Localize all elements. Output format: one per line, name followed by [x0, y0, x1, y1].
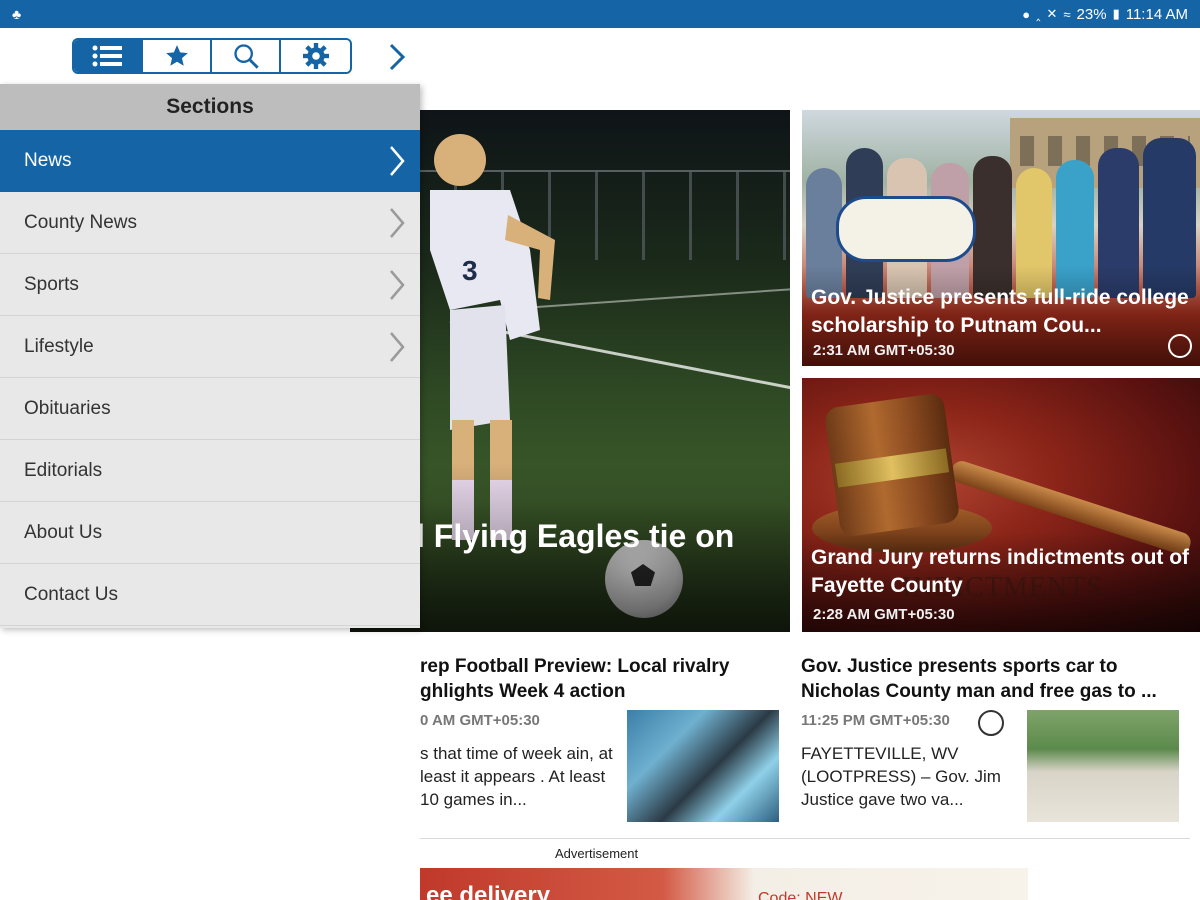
drawer-header: Sections — [0, 84, 420, 130]
chevron-right-icon — [388, 331, 408, 363]
article-thumbnail — [1027, 710, 1179, 822]
chevron-right-icon — [388, 269, 408, 301]
sidebar-item-label: News — [24, 150, 72, 171]
clock: 11:14 AM — [1125, 5, 1188, 23]
article-snippet: s that time of week ain, at least it app… — [420, 744, 613, 809]
gallery-icon — [1168, 334, 1192, 358]
sections-list-button[interactable] — [74, 40, 143, 72]
sidebar-item-label: About Us — [24, 521, 103, 543]
article-title-line: Nicholas County man and free gas to ... — [801, 681, 1157, 702]
sidebar-item-label: County News — [24, 211, 137, 233]
settings-button[interactable] — [281, 40, 350, 72]
article-football-preview[interactable]: rep Football Preview: Local rivalry ghli… — [420, 654, 800, 822]
card-time: 2:28 AM GMT+05:30 — [813, 606, 955, 623]
settings-gear-icon — [302, 43, 329, 69]
article-thumbnail — [627, 710, 779, 822]
article-time: 0 AM GMT+05:30 — [420, 712, 540, 729]
mute-icon: ✕ — [1046, 6, 1058, 21]
card-title: Grand Jury returns indictments out of Fa… — [811, 546, 1190, 597]
hero-title: l Flying Eagles tie on — [416, 518, 735, 554]
sections-list-icon — [92, 45, 122, 67]
favorites-button[interactable] — [143, 40, 212, 72]
location-icon: ● — [1022, 6, 1031, 22]
article-title-line: rep Football Preview: Local rivalry — [420, 656, 730, 677]
advertisement-banner[interactable]: ee delivery Code: NEW... — [420, 868, 1028, 900]
sidebar-item-county-news[interactable]: County News — [0, 192, 420, 254]
sections-list: News County News Sports Lifestyle Obituaries… — [0, 130, 420, 626]
story-card-grand-jury[interactable]: INDICTMENTS Grand Jury returns indictmen… — [802, 378, 1200, 632]
ad-banner-code: Code: NEW... — [758, 890, 855, 900]
chevron-right-icon — [389, 43, 406, 71]
article-title-line: ghlights Week 4 action — [420, 681, 626, 702]
bluetooth-icon: ‸ — [1036, 6, 1041, 21]
forward-button[interactable] — [384, 42, 410, 72]
favorites-star-icon — [165, 45, 188, 66]
status-bar: ♣ ● ‸ ✕ ≈ 23% ▮ 11:14 AM — [0, 0, 1200, 28]
card-title: Gov. Justice presents full-ride college … — [811, 286, 1189, 337]
chevron-right-icon — [388, 145, 408, 177]
status-icons: ● ‸ ✕ ≈ 23% ▮ 11:14 AM — [1022, 6, 1188, 23]
sidebar-item-label: Obituaries — [24, 397, 111, 419]
chevron-right-icon — [388, 207, 408, 239]
ad-banner-text: ee delivery — [426, 882, 551, 900]
sidebar-item-label: Contact Us — [24, 583, 118, 605]
article-sports-car[interactable]: Gov. Justice presents sports car to Nich… — [801, 654, 1181, 822]
sidebar-item-news[interactable]: News — [0, 130, 420, 192]
divider — [420, 838, 1190, 839]
article-time: 11:25 PM GMT+05:30 — [801, 712, 950, 729]
app-icon: ♣ — [12, 6, 22, 22]
sidebar-item-contact-us[interactable]: Contact Us — [0, 564, 420, 626]
search-icon — [233, 44, 259, 69]
card-scholarship-sign — [836, 196, 976, 262]
card-time: 2:31 AM GMT+05:30 — [813, 342, 955, 359]
advertisement-label: Advertisement — [555, 846, 639, 861]
sidebar-item-about-us[interactable]: About Us — [0, 502, 420, 564]
svg-text:3: 3 — [462, 255, 478, 286]
sidebar-item-label: Lifestyle — [24, 335, 94, 357]
battery-text: 23% — [1076, 5, 1107, 23]
battery-icon: ▮ — [1112, 6, 1120, 21]
article-snippet: FAYETTEVILLE, WV (LOOTPRESS) – Gov. Jim … — [801, 744, 1001, 809]
story-card-scholarship[interactable]: Gov. Justice presents full-ride college … — [802, 110, 1200, 366]
sidebar-item-sports[interactable]: Sports — [0, 254, 420, 316]
sidebar-item-editorials[interactable]: Editorials — [0, 440, 420, 502]
wifi-icon: ≈ — [1063, 6, 1071, 22]
gallery-icon — [978, 710, 1004, 736]
sidebar-item-obituaries[interactable]: Obituaries — [0, 378, 420, 440]
app-screen: ♣ ● ‸ ✕ ≈ 23% ▮ 11:14 AM 3 l Flying Eagl… — [0, 0, 1200, 900]
top-toolbar — [72, 38, 352, 74]
sidebar-item-lifestyle[interactable]: Lifestyle — [0, 316, 420, 378]
sidebar-item-label: Editorials — [24, 459, 103, 481]
article-title-line: Gov. Justice presents sports car to — [801, 656, 1118, 677]
search-button[interactable] — [212, 40, 281, 72]
sections-drawer: Sections News County News Sports Lifestyle O… — [0, 84, 420, 628]
sidebar-item-label: Sports — [24, 273, 79, 295]
